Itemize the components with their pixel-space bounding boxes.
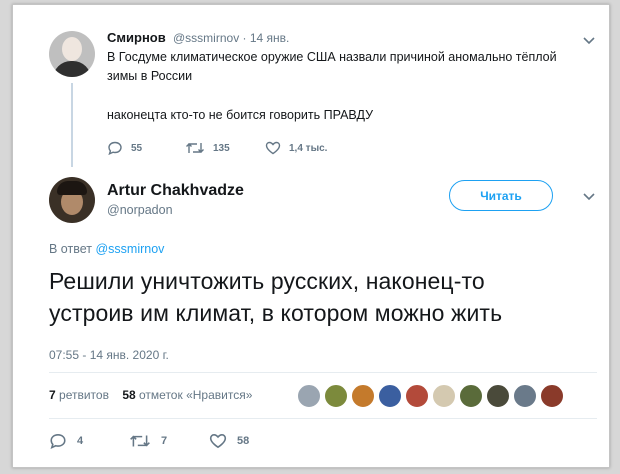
tweet-text: Решили уничтожить русских, наконец-то ус… (49, 265, 609, 329)
parent-retweet-count: 135 (213, 142, 230, 154)
likes-count[interactable]: 58 (122, 388, 135, 402)
heart-icon (265, 141, 281, 155)
parent-text-line1: В Госдуме климатическое оружие США назва… (107, 50, 557, 64)
parent-tweet-text: В Госдуме климатическое оружие США назва… (107, 48, 597, 86)
reply-icon (108, 141, 122, 155)
parent-chevron-down-icon[interactable] (583, 33, 595, 48)
parent-author-name[interactable]: Смирнов (107, 30, 166, 45)
retweets-label[interactable]: ретвитов (59, 388, 109, 402)
divider (49, 372, 597, 373)
parent-like-button[interactable]: 1,4 тыс. (265, 141, 327, 155)
tweet-timestamp[interactable]: 07:55 - 14 янв. 2020 г. (49, 348, 169, 362)
likes-label[interactable]: отметок «Нравится» (139, 388, 252, 402)
liker-avatars (297, 384, 567, 408)
chevron-down-icon[interactable] (583, 189, 595, 204)
liker-avatar[interactable] (351, 384, 375, 408)
liker-avatar[interactable] (378, 384, 402, 408)
parent-avatar[interactable] (49, 31, 95, 77)
thread-line (71, 83, 73, 167)
parent-retweet-button[interactable]: 135 (185, 141, 230, 155)
retweet-icon (186, 143, 204, 153)
parent-text-line3: наконецта кто-то не боится говорить ПРАВ… (107, 108, 374, 122)
tweet-card: Смирнов @sssmirnov · 14 янв. В Госдуме к… (12, 4, 610, 468)
liker-avatar[interactable] (486, 384, 510, 408)
reply-count: 4 (77, 435, 84, 447)
tweet-stats: 7 ретвитов 58 отметок «Нравится» (49, 388, 252, 402)
liker-avatar[interactable] (459, 384, 483, 408)
author-name[interactable]: Artur Chakhvadze (107, 182, 244, 200)
heart-icon (209, 434, 227, 449)
parent-text-line2: зимы в России (107, 69, 193, 83)
reply-to-link[interactable]: @sssmirnov (95, 242, 164, 256)
retweet-count: 7 (161, 435, 168, 447)
liker-avatar[interactable] (405, 384, 429, 408)
like-button[interactable]: 58 (209, 433, 249, 449)
parent-reply-button[interactable]: 55 (107, 141, 142, 155)
retweet-icon (130, 435, 150, 447)
liker-avatar[interactable] (324, 384, 348, 408)
follow-button[interactable]: Читать (449, 180, 553, 211)
liker-avatar[interactable] (432, 384, 456, 408)
tweet-text-line2: устроив им климат, в котором можно жить (49, 300, 503, 326)
reply-prefix: В ответ (49, 242, 92, 256)
parent-handle-time[interactable]: @sssmirnov · 14 янв. (173, 31, 289, 45)
reply-button[interactable]: 4 (49, 433, 83, 449)
author-handle[interactable]: @norpadon (107, 203, 173, 217)
reply-context: В ответ @sssmirnov (49, 242, 164, 256)
parent-reply-count: 55 (131, 142, 143, 154)
liker-avatar[interactable] (513, 384, 537, 408)
liker-avatar[interactable] (540, 384, 564, 408)
reply-icon (50, 434, 66, 449)
author-avatar[interactable] (49, 177, 95, 223)
retweets-count[interactable]: 7 (49, 388, 56, 402)
divider (49, 418, 597, 419)
parent-like-count: 1,4 тыс. (289, 142, 328, 154)
like-count: 58 (237, 435, 250, 447)
liker-avatar[interactable] (297, 384, 321, 408)
retweet-button[interactable]: 7 (129, 433, 167, 449)
tweet-text-line1: Решили уничтожить русских, наконец-то (49, 268, 485, 294)
